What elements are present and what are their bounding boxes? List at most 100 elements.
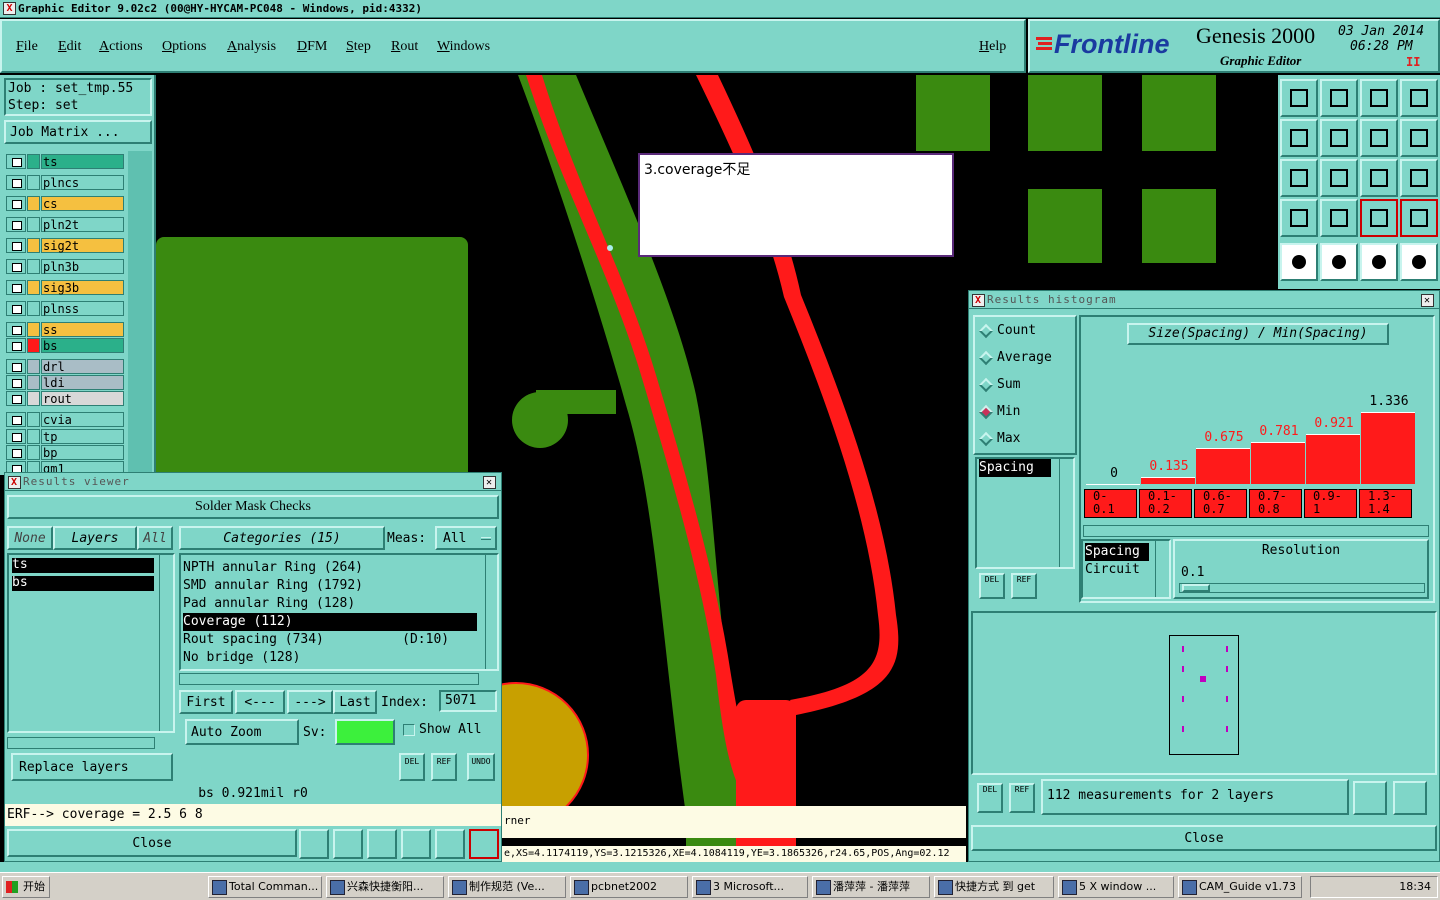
menu-edit[interactable]: Edit	[58, 39, 81, 55]
histogram-ref-button[interactable]: REF	[1011, 573, 1037, 599]
replace-layers-dropdown[interactable]: Replace layers	[11, 753, 173, 781]
layer-name[interactable]: sig2t	[41, 238, 124, 253]
layer-checkbox[interactable]	[6, 429, 26, 444]
taskbar-item[interactable]: 5 X window ...	[1058, 876, 1174, 898]
taskbar-item[interactable]: CAM_Guide v1.73	[1178, 876, 1302, 898]
category-item[interactable]: Coverage (112)	[183, 613, 477, 631]
histogram-bar[interactable]	[1141, 477, 1195, 484]
preview-ref-button[interactable]: REF	[1009, 783, 1035, 813]
auto-zoom-dropdown[interactable]: Auto Zoom	[185, 719, 299, 745]
layer-color-swatch[interactable]	[27, 412, 40, 427]
layer-name[interactable]: sig3b	[41, 280, 124, 295]
layer-scrollbar[interactable]	[128, 151, 152, 475]
layer-name[interactable]: ss	[41, 322, 124, 337]
menu-windows[interactable]: Windows	[437, 39, 490, 55]
mode-label[interactable]: Sum	[997, 377, 1020, 392]
help-icon[interactable]	[1400, 159, 1438, 197]
layer-color-swatch[interactable]	[27, 196, 40, 211]
annotation-note[interactable]: 3.coverage不足	[638, 153, 954, 257]
fit-icon[interactable]	[1280, 159, 1318, 197]
index-input[interactable]: 5071	[439, 690, 497, 712]
categories-hscrollbar[interactable]	[179, 673, 479, 685]
del-button[interactable]: DEL	[399, 753, 425, 781]
layer-checkbox[interactable]	[6, 217, 26, 232]
layers-all-button[interactable]: All	[137, 526, 173, 550]
mode-radio-average[interactable]	[978, 350, 994, 366]
layer-checkbox[interactable]	[6, 154, 26, 169]
menu-options[interactable]: Options	[162, 39, 206, 55]
layer-checkbox[interactable]	[6, 359, 26, 374]
next-button[interactable]: --->	[287, 690, 333, 714]
notes-icon[interactable]	[435, 829, 465, 859]
zoom-out-icon[interactable]	[1360, 79, 1398, 117]
histogram-bar[interactable]	[1251, 442, 1305, 484]
layer-color-swatch[interactable]	[27, 375, 40, 390]
layer-checkbox[interactable]	[6, 322, 26, 337]
menu-step[interactable]: Step	[346, 39, 371, 55]
taskbar-item[interactable]: 制作规范 (Ve...	[448, 876, 566, 898]
layer-name[interactable]: ldi	[41, 375, 124, 390]
histogram-bar[interactable]	[1086, 484, 1140, 485]
layer-row-sig2t[interactable]: sig2t	[6, 238, 124, 253]
snap-icon[interactable]	[1360, 199, 1398, 237]
histogram-bar[interactable]	[1196, 448, 1250, 484]
histogram-bar[interactable]	[1361, 412, 1415, 484]
layer-name[interactable]: pln3b	[41, 259, 124, 274]
taskbar-item[interactable]: 兴森快捷衡阳...	[326, 876, 444, 898]
layer-checkbox[interactable]	[6, 445, 26, 460]
layers-none-button[interactable]: None	[7, 526, 53, 550]
layer-color-swatch[interactable]	[27, 359, 40, 374]
layer-checkbox[interactable]	[6, 375, 26, 390]
category-item[interactable]: Pad annular Ring (128)	[183, 595, 477, 613]
layer-row-pln2t[interactable]: pln2t	[6, 217, 124, 232]
layer-color-swatch[interactable]	[27, 429, 40, 444]
mode-radio-sum[interactable]	[978, 377, 994, 393]
layer-row-bp[interactable]: bp	[6, 445, 124, 460]
taskbar-item[interactable]: 潘萍萍 - 潘萍萍	[812, 876, 930, 898]
display-icon[interactable]	[1280, 243, 1318, 281]
layer-name[interactable]: ts	[41, 154, 124, 169]
mode-label[interactable]: Average	[997, 350, 1052, 365]
layer-checkbox[interactable]	[6, 175, 26, 190]
mode-radio-min[interactable]	[978, 404, 994, 420]
layer-checkbox[interactable]	[6, 338, 26, 353]
edit-icon[interactable]	[1320, 243, 1358, 281]
category-item[interactable]: No bridge (128)	[183, 649, 477, 667]
histogram-bar[interactable]	[1306, 434, 1360, 484]
layer-row-cvia[interactable]: cvia	[6, 412, 124, 427]
taskbar-item[interactable]: pcbnet2002	[570, 876, 688, 898]
menu-dfm[interactable]: DFM	[297, 39, 327, 55]
taskbar-item[interactable]: Total Comman...	[208, 876, 322, 898]
histogram-icon[interactable]	[469, 829, 499, 859]
layer-row-ts[interactable]: ts	[6, 154, 124, 169]
histogram-bin-label[interactable]: 0.7- 0.8	[1249, 489, 1302, 518]
resolution-slider[interactable]	[1179, 583, 1425, 593]
layer-checkbox[interactable]	[6, 412, 26, 427]
layer-row-cs[interactable]: cs	[6, 196, 124, 211]
menu-actions[interactable]: Actions	[99, 39, 143, 55]
layer-row-ldi[interactable]: ldi	[6, 375, 124, 390]
layer-color-swatch[interactable]	[27, 217, 40, 232]
layer-checkbox[interactable]	[6, 391, 26, 406]
mode-label[interactable]: Min	[997, 404, 1020, 419]
menu-help[interactable]: Help	[979, 39, 1006, 55]
histogram-hscrollbar[interactable]	[1083, 525, 1429, 537]
mode-radio-max[interactable]	[978, 431, 994, 447]
pan-left-icon[interactable]	[1280, 119, 1318, 157]
layer-name[interactable]: cs	[41, 196, 124, 211]
layer-name[interactable]: tp	[41, 429, 124, 444]
first-button[interactable]: First	[179, 690, 233, 714]
resolution-slider-thumb[interactable]	[1182, 584, 1210, 592]
histogram-del-button[interactable]: DEL	[979, 573, 1005, 599]
type-list-scrollbar[interactable]	[1155, 541, 1169, 597]
histogram-bin-label[interactable]: 0- 0.1	[1084, 489, 1137, 518]
highlight-icon[interactable]	[333, 829, 363, 859]
layer-color-swatch[interactable]	[27, 238, 40, 253]
layers-scrollbar[interactable]	[159, 555, 173, 731]
field-list-item[interactable]: Spacing	[979, 459, 1051, 477]
settings-icon[interactable]	[1280, 199, 1318, 237]
results-viewer-close-icon[interactable]: ✕	[483, 476, 496, 489]
pan-right-icon[interactable]	[1320, 119, 1358, 157]
pause-indicator[interactable]: II	[1406, 55, 1420, 69]
results-viewer-close-button[interactable]: Close	[7, 829, 297, 857]
